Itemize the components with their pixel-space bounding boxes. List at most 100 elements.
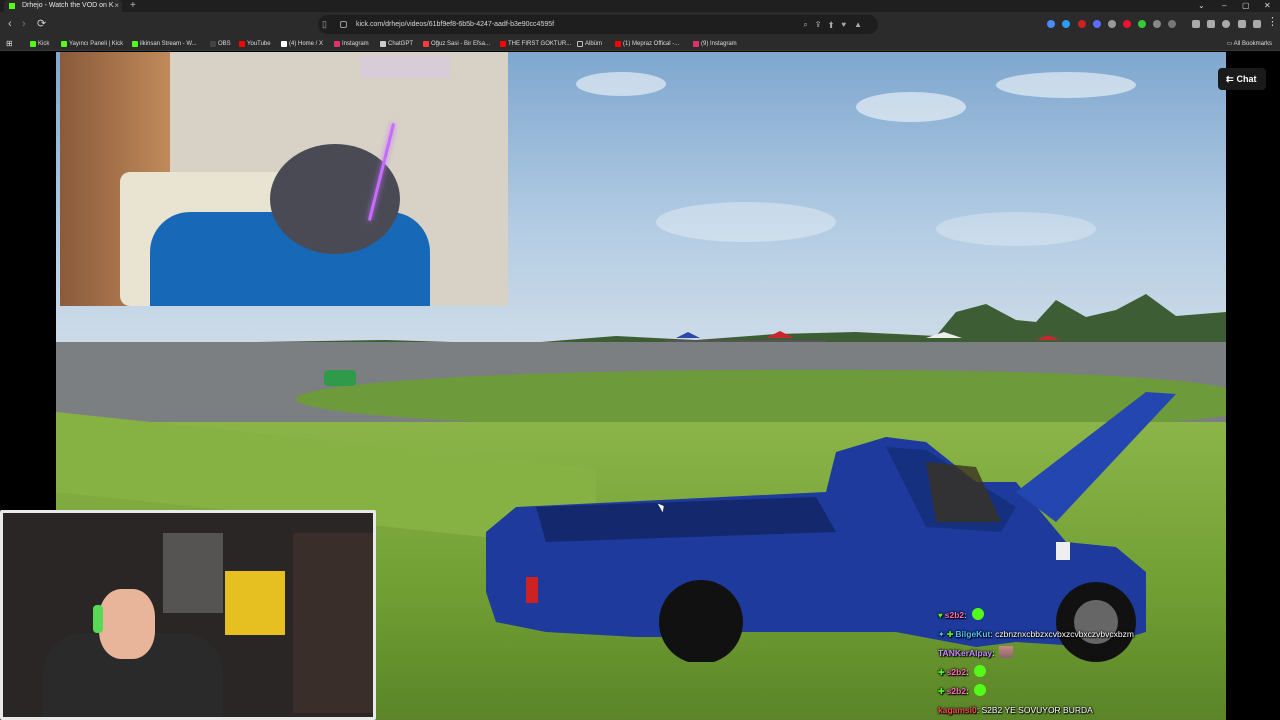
apps-grid-icon[interactable]: ⊞ — [6, 37, 13, 51]
bookmark-item[interactable]: OBS — [210, 37, 231, 51]
chat-username[interactable]: kagamsi0 — [938, 705, 977, 715]
minimize-button[interactable]: – — [1222, 0, 1226, 11]
bookmark-item[interactable]: YouTube — [239, 37, 271, 51]
chat-message: ✚ s2b2: — [938, 663, 1228, 682]
emote-icon — [971, 608, 984, 620]
side-panel-icon[interactable] — [1207, 20, 1215, 28]
subscriber-badge-icon: ♥ — [938, 611, 943, 620]
extensions-puzzle-icon[interactable] — [1153, 20, 1161, 28]
chat-message: ✚ s2b2: — [938, 682, 1228, 701]
browser-toolbar: ‹ › ⟳ ▯ kick.com/drhejo/videos/61bf9ef8-… — [0, 12, 1280, 37]
tab-close-icon[interactable]: × — [114, 0, 119, 12]
tab-title: Drhejo - Watch the VOD on K — [22, 2, 114, 9]
emote-icon — [973, 684, 986, 696]
chat-username[interactable]: s2b2 — [945, 610, 964, 620]
extension-icon[interactable] — [1093, 20, 1101, 28]
bookmark-item[interactable]: (9) Instagram — [693, 37, 737, 51]
bookmark-label: THE FIRST GOKTUR... — [508, 41, 572, 47]
site-info-icon[interactable] — [340, 21, 347, 28]
extension-icon[interactable] — [1078, 20, 1086, 28]
all-bookmarks-button[interactable]: ▭ All Bookmarks — [1227, 37, 1272, 51]
moderator-badge-icon: ✦ — [938, 630, 945, 639]
bookmark-item[interactable]: Yayıncı Paneli | Kick — [61, 37, 123, 51]
bookmark-item[interactable]: THE FIRST GOKTUR... — [500, 37, 571, 51]
extension-icon[interactable] — [1047, 20, 1055, 28]
back-button[interactable]: ‹ — [8, 18, 12, 30]
profile-avatar-icon[interactable] — [1222, 20, 1230, 28]
address-bar[interactable]: ▯ kick.com/drhejo/videos/61bf9ef8-6b5b-4… — [318, 15, 878, 34]
bookmark-item[interactable]: (4) Home / X — [281, 37, 323, 51]
bookmark-label: ilkinsan Stream - W... — [140, 41, 197, 47]
youtube-icon — [500, 41, 506, 47]
close-window-button[interactable]: ✕ — [1264, 0, 1271, 11]
bookmark-item[interactable]: (1) Mepraz Offical -... — [615, 37, 679, 51]
new-tab-button[interactable]: + — [130, 0, 136, 11]
bookmark-label: OBS — [218, 41, 231, 47]
subscriber-badge-icon: ✚ — [938, 668, 945, 677]
bookmark-label: Albüm — [585, 41, 603, 47]
headset-icon — [93, 605, 103, 633]
wall-poster — [225, 571, 285, 635]
shelf — [293, 533, 373, 713]
bookmark-page-icon[interactable]: ▯ — [322, 15, 327, 34]
forward-button[interactable]: › — [22, 18, 26, 30]
bookmark-favicon-icon — [30, 41, 36, 47]
settings-icon[interactable] — [1238, 20, 1246, 28]
streamer-webcam-bottom — [0, 510, 376, 720]
extension-icon[interactable] — [1168, 20, 1176, 28]
bookmark-favicon-icon — [132, 41, 138, 47]
chat-username[interactable]: BilgeKut — [955, 629, 990, 639]
browser-tab[interactable]: Drhejo - Watch the VOD on K × — [4, 0, 122, 12]
bookmark-item[interactable]: Instagram — [334, 37, 369, 51]
bookmarks-bar: ⊞ Kick Yayıncı Paneli | Kick ilkinsan St… — [0, 37, 1280, 51]
address-bar-actions[interactable]: ⌕⇪⬆♥▲ — [803, 15, 870, 34]
bookmark-folder[interactable]: Albüm — [577, 37, 602, 51]
media-control-icon[interactable] — [1192, 20, 1200, 28]
tab-search-icon[interactable]: ⌄ — [1198, 0, 1205, 11]
x-logo-icon — [281, 41, 287, 47]
bookmark-item[interactable]: Kick — [30, 37, 49, 51]
chat-text: S2B2 YE SOVUYOR BURDA — [981, 705, 1093, 715]
tire-barrier — [324, 370, 356, 386]
extension-icon[interactable] — [1108, 20, 1116, 28]
chat-username[interactable]: TANKerAlpay — [938, 648, 992, 658]
emote-icon — [973, 665, 986, 677]
shield-icon[interactable] — [1253, 20, 1261, 28]
bookmark-label: (9) Instagram — [701, 41, 737, 47]
tab-strip: Drhejo - Watch the VOD on K × + ⌄ – ▢ ✕ — [0, 0, 1280, 12]
chat-username[interactable]: s2b2 — [947, 686, 966, 696]
instagram-icon — [334, 41, 340, 47]
all-bookmarks-label: All Bookmarks — [1233, 41, 1272, 47]
browser-menu-icon[interactable]: ⋮ — [1267, 16, 1278, 28]
chat-overlay: ♥ s2b2: ✦ ✚ BilgeKut: czbnznxcbbzxcvbxzcvbx… — [938, 606, 1228, 720]
reload-button[interactable]: ⟳ — [37, 18, 46, 30]
bookmark-favicon-icon — [210, 41, 216, 47]
chat-message: ♥ s2b2: — [938, 606, 1228, 625]
bookmark-label: (1) Mepraz Offical -... — [623, 41, 680, 47]
person-face — [99, 589, 155, 659]
bookmark-label: YouTube — [247, 41, 271, 47]
folder-icon — [577, 41, 583, 47]
cloud — [936, 212, 1096, 246]
bookmark-item[interactable]: ilkinsan Stream - W... — [132, 37, 197, 51]
chat-username[interactable]: s2b2 — [947, 667, 966, 677]
chat-icon: ⇇ — [1226, 74, 1234, 84]
address-url: kick.com/drhejo/videos/61bf9ef8-6b5b-424… — [356, 21, 555, 28]
extension-icon[interactable] — [1138, 20, 1146, 28]
bookmark-item[interactable]: Oğuz Sasi - Bir Efsa... — [423, 37, 490, 51]
subscriber-badge-icon: ✚ — [946, 630, 954, 639]
cloud — [656, 202, 836, 242]
extension-icon[interactable] — [1062, 20, 1070, 28]
chat-toggle-button[interactable]: ⇇ Chat — [1218, 68, 1266, 90]
bookmark-label: Instagram — [342, 41, 369, 47]
chat-message: TANKerAlpay: — [938, 644, 1228, 663]
extension-icon[interactable] — [1123, 20, 1131, 28]
bookmark-favicon-icon — [61, 41, 67, 47]
maximize-button[interactable]: ▢ — [1242, 0, 1250, 11]
bookmark-label: ChatGPT — [388, 41, 414, 47]
chat-message: kagamsi0: S2B2 YE SOVUYOR BURDA — [938, 705, 1093, 715]
bookmark-item[interactable]: ChatGPT — [380, 37, 413, 51]
bookmark-label: Kick — [38, 41, 50, 47]
subscriber-badge-icon: ✚ — [938, 687, 945, 696]
wall-decoration — [360, 56, 450, 78]
